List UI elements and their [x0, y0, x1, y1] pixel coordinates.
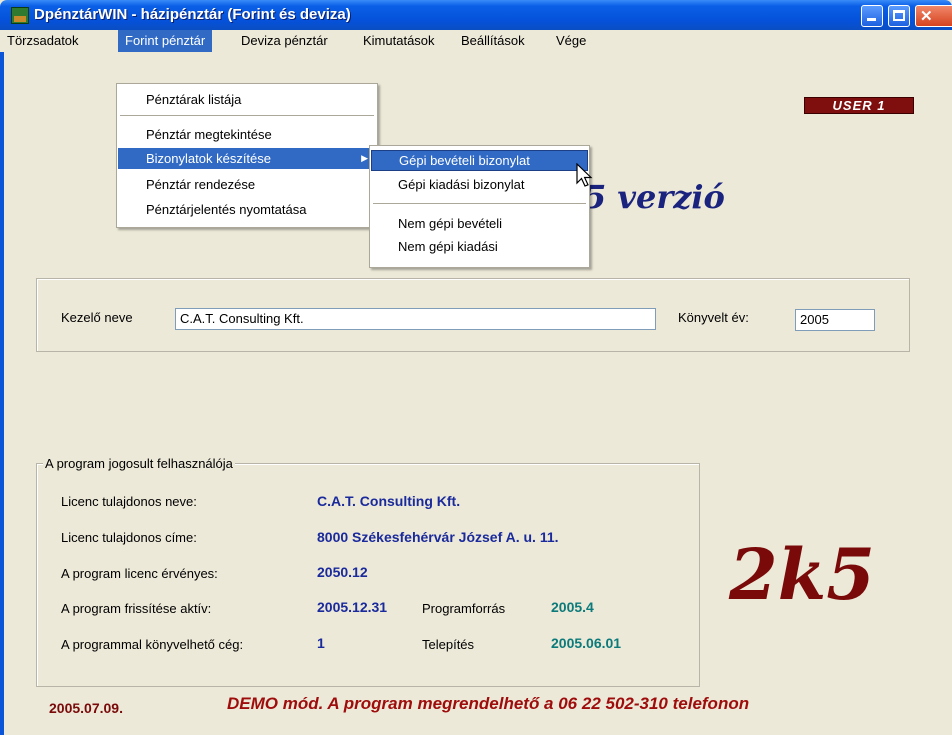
operator-name-label: Kezelő neve	[61, 310, 133, 325]
submenu-item-gepi-beveteli[interactable]: Gépi bevételi bizonylat	[371, 150, 588, 171]
submenu-item-nem-gepi-kiadasi[interactable]: Nem gépi kiadási	[371, 236, 588, 257]
booked-year-input[interactable]: 2005	[795, 309, 875, 331]
menu-vege[interactable]: Vége	[549, 30, 593, 52]
mouse-pointer-icon	[576, 163, 593, 187]
menu-bar: Törzsadatok Forint pénztár Deviza pénztá…	[0, 30, 952, 52]
menu-item-bizonylatok-keszitese[interactable]: Bizonylatok készítése ▶	[118, 148, 376, 169]
program-source-value: 2005.4	[551, 599, 594, 615]
update-active-value: 2005.12.31	[317, 599, 388, 615]
2k5-logo: 2k5	[729, 533, 875, 616]
license-legend: A program jogosult felhasználója	[43, 456, 235, 471]
menu-item-penztar-megtekintese[interactable]: Pénztár megtekintése	[118, 124, 376, 145]
menu-item-penztar-rendezese[interactable]: Pénztár rendezése	[118, 174, 376, 195]
menu-item-penztarak-listaja[interactable]: Pénztárak listája	[118, 89, 376, 110]
install-value: 2005.06.01	[551, 635, 622, 651]
forint-penztar-dropdown: Pénztárak listája Pénztár megtekintése B…	[116, 83, 378, 228]
companies-value: 1	[317, 635, 325, 651]
license-owner-address-value: 8000 Székesfehérvár József A. u. 11.	[317, 529, 559, 545]
install-label: Telepítés	[422, 637, 475, 652]
minimize-button[interactable]	[861, 5, 883, 27]
license-valid-label: A program licenc érvényes:	[61, 566, 218, 581]
license-owner-address-label: Licenc tulajdonos címe:	[61, 530, 197, 545]
version-title: 5 verzió	[584, 178, 725, 216]
app-icon[interactable]	[11, 7, 29, 24]
license-owner-name-value: C.A.T. Consulting Kft.	[317, 493, 461, 509]
operator-name-input[interactable]: C.A.T. Consulting Kft.	[175, 308, 656, 330]
bizonylatok-submenu: Gépi bevételi bizonylat Gépi kiadási biz…	[369, 145, 590, 268]
maximize-button[interactable]	[888, 5, 910, 27]
update-active-label: A program frissítése aktív:	[61, 601, 212, 616]
window-border	[0, 52, 4, 735]
companies-label: A programmal könyvelhető cég:	[61, 637, 244, 652]
title-bar[interactable]: DpénztárWIN - házipénztár (Forint és dev…	[0, 0, 952, 30]
license-owner-name-label: Licenc tulajdonos neve:	[61, 494, 197, 509]
menu-separator	[120, 115, 374, 116]
menu-deviza-penztar[interactable]: Deviza pénztár	[234, 30, 335, 52]
menu-beallitasok[interactable]: Beállítások	[454, 30, 532, 52]
license-valid-value: 2050.12	[317, 564, 368, 580]
close-button[interactable]	[915, 5, 952, 27]
demo-message: DEMO mód. A program megrendelhető a 06 2…	[227, 694, 750, 713]
booked-year-label: Könyvelt év:	[678, 310, 749, 325]
window-title: DpénztárWIN - házipénztár (Forint és dev…	[34, 6, 351, 23]
menu-torzsadatok[interactable]: Törzsadatok	[0, 30, 86, 52]
submenu-item-nem-gepi-beveteli[interactable]: Nem gépi bevételi	[371, 213, 588, 234]
menu-forint-penztar[interactable]: Forint pénztár	[118, 30, 213, 52]
user-badge: USER 1	[804, 97, 914, 114]
program-source-label: Programforrás	[422, 601, 506, 616]
submenu-arrow-icon: ▶	[361, 153, 368, 163]
status-date: 2005.07.09.	[49, 700, 123, 716]
menu-item-penztarjelentes-nyomtatasa[interactable]: Pénztárjelentés nyomtatása	[118, 199, 376, 220]
submenu-item-gepi-kiadasi[interactable]: Gépi kiadási bizonylat	[371, 174, 588, 195]
menu-separator	[373, 203, 586, 204]
menu-item-label: Bizonylatok készítése	[146, 151, 272, 166]
menu-kimutatasok[interactable]: Kimutatások	[356, 30, 442, 52]
